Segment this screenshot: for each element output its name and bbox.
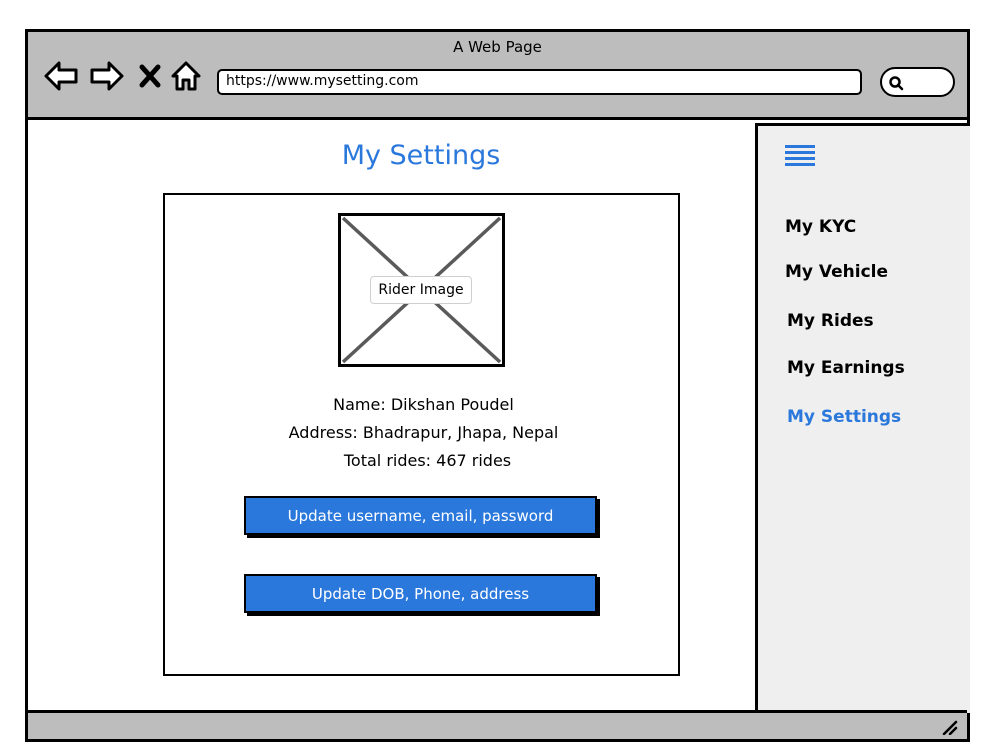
url-input[interactable]: https://www.mysetting.com	[217, 69, 862, 95]
update-personal-button[interactable]: Update DOB, Phone, address	[244, 574, 597, 613]
sidebar-item-rides[interactable]: My Rides	[787, 311, 874, 331]
home-icon	[171, 61, 201, 91]
rider-address: Address: Bhadrapur, Jhapa, Nepal	[288, 423, 559, 442]
sidebar: My KYC My Vehicle My Rides My Earnings M…	[755, 123, 970, 713]
page-title: My Settings	[341, 140, 501, 171]
sidebar-item-settings[interactable]: My Settings	[787, 407, 901, 427]
forward-button[interactable]	[89, 59, 125, 93]
menu-toggle-button[interactable]	[783, 143, 817, 169]
arrow-right-icon	[90, 61, 124, 91]
back-button[interactable]	[43, 59, 79, 93]
hamburger-menu-icon	[785, 145, 815, 166]
rider-image-placeholder: Rider Image	[338, 213, 505, 367]
rider-total-rides: Total rides: 467 rides	[343, 451, 512, 470]
home-button[interactable]	[170, 59, 202, 93]
browser-window: A Web Page https://www.mysetting.com My …	[25, 29, 970, 742]
profile-card: Rider Image Name: Dikshan Poudel Address…	[163, 193, 680, 676]
resize-grip-icon[interactable]	[941, 719, 959, 735]
stop-button[interactable]	[136, 59, 164, 93]
close-icon	[139, 64, 161, 88]
sidebar-item-kyc[interactable]: My KYC	[785, 217, 856, 237]
browser-toolbar: A Web Page https://www.mysetting.com	[28, 32, 967, 120]
sidebar-item-vehicle[interactable]: My Vehicle	[785, 262, 888, 282]
update-account-button[interactable]: Update username, email, password	[244, 496, 597, 535]
window-title: A Web Page	[453, 38, 542, 56]
status-bar	[28, 710, 967, 739]
arrow-left-icon	[44, 61, 78, 91]
rider-name: Name: Dikshan Poudel	[333, 395, 514, 414]
sidebar-item-earnings[interactable]: My Earnings	[787, 358, 905, 378]
rider-image-label: Rider Image	[370, 276, 472, 304]
search-icon	[889, 76, 904, 91]
search-button[interactable]	[880, 67, 955, 97]
